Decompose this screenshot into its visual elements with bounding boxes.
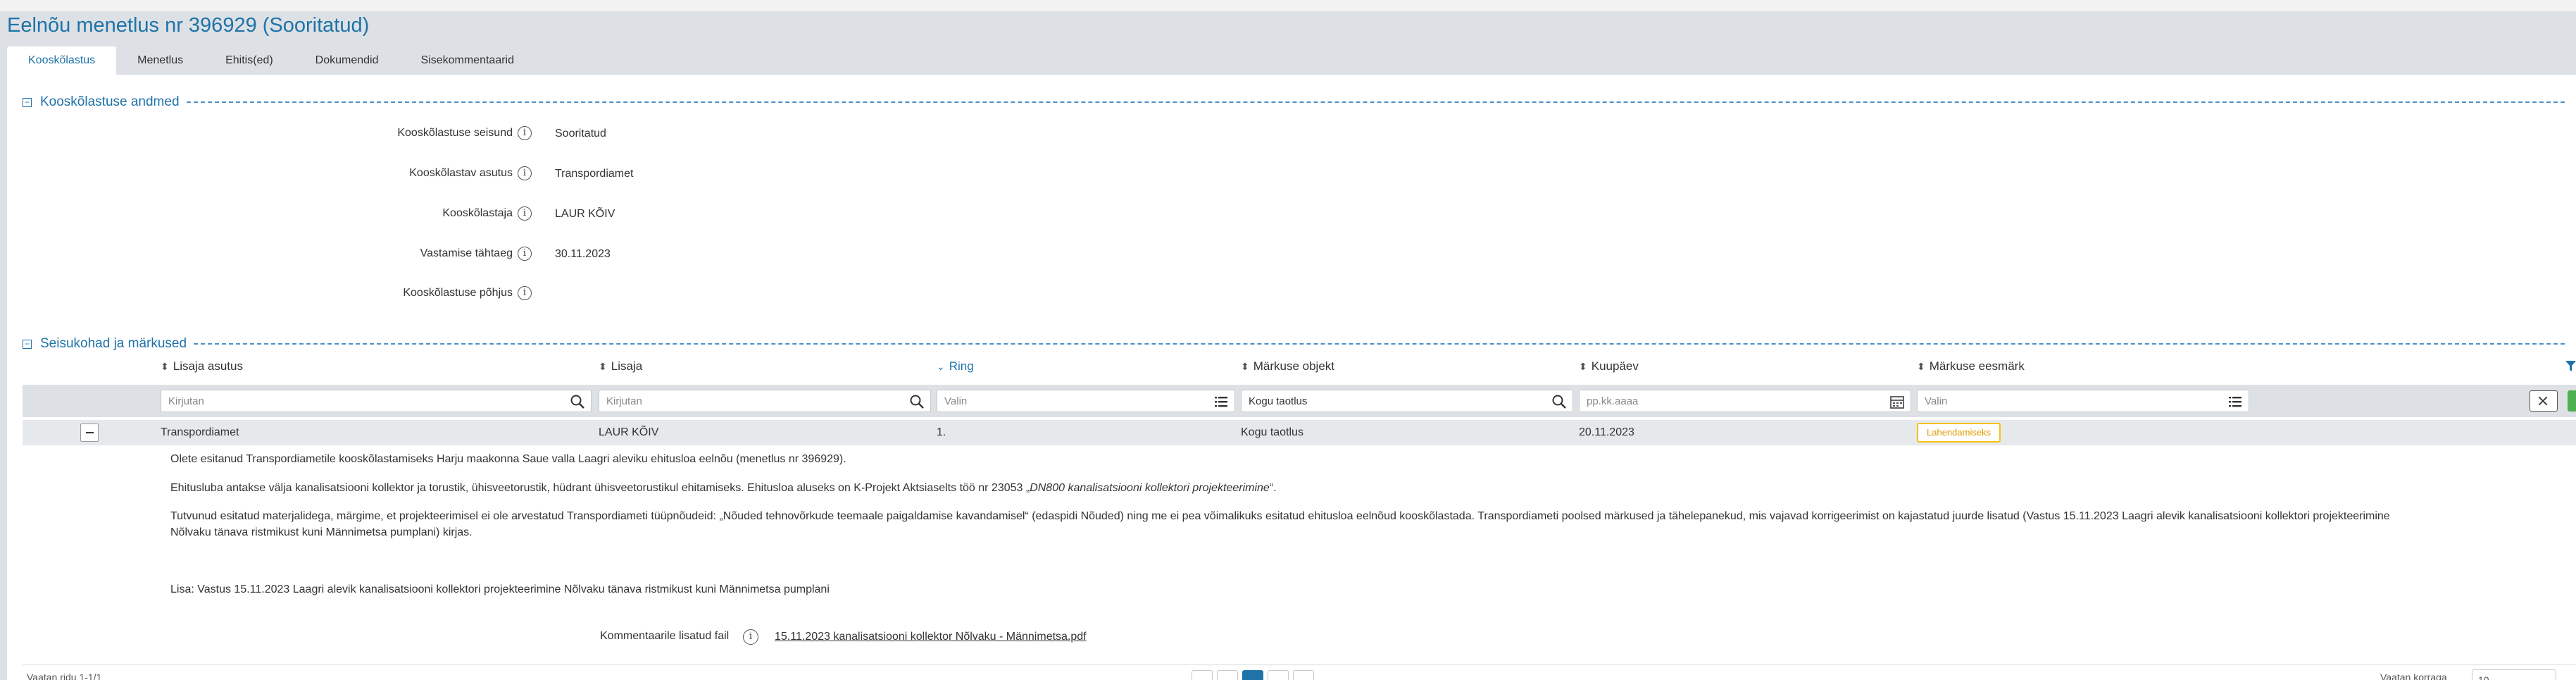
info-icon[interactable]: i bbox=[518, 166, 532, 180]
top-strip bbox=[0, 0, 2576, 11]
list-icon[interactable] bbox=[1213, 394, 1229, 409]
attachment-link[interactable]: 15.11.2023 kanalisatsiooni kollektor Nõl… bbox=[775, 631, 1087, 643]
apply-filters-button[interactable] bbox=[2568, 390, 2576, 412]
tab-menetlus[interactable]: Menetlus bbox=[116, 47, 204, 75]
tab-ehitised[interactable]: Ehitis(ed) bbox=[204, 47, 294, 75]
column-header-ring[interactable]: ⌄ Ring bbox=[937, 359, 974, 373]
attachment-row: Kommentaarile lisatud fail i 15.11.2023 … bbox=[0, 629, 1197, 648]
field-row-kooskolastaja: Kooskõlastaja i LAUR KÕIV bbox=[0, 204, 845, 225]
page-title: Eelnõu menetlus nr 396929 (Sooritatud) bbox=[7, 14, 370, 37]
filter-icon[interactable] bbox=[2565, 360, 2576, 372]
tab-kooskolastus[interactable]: Kooskõlastus bbox=[7, 47, 117, 75]
field-value: LAUR KÕIV bbox=[555, 208, 615, 220]
search-icon[interactable] bbox=[909, 394, 925, 409]
field-row-pohjus: Kooskõlastuse põhjus i bbox=[0, 284, 845, 305]
filter-bar: Kirjutan Kirjutan Valin Kogu taotlus pp.… bbox=[23, 385, 2576, 417]
column-header-lisaja[interactable]: ⬍ Lisaja bbox=[599, 359, 642, 373]
field-value: 30.11.2023 bbox=[555, 248, 611, 260]
page-size-select[interactable]: 10 bbox=[2472, 669, 2556, 680]
info-icon[interactable]: i bbox=[518, 126, 532, 140]
sort-icon: ⬍ bbox=[1241, 361, 1249, 372]
cell-kuupaev: 20.11.2023 bbox=[1579, 426, 1634, 438]
first-page-button[interactable] bbox=[1192, 670, 1213, 680]
section-title: Kooskõlastuse andmed bbox=[40, 94, 180, 109]
footer-divider bbox=[23, 664, 2576, 665]
search-icon[interactable] bbox=[1551, 394, 1567, 409]
row-count: Vaatan ridu 1-1/1 bbox=[27, 672, 102, 680]
filter-markuse-eesmark-select[interactable]: Valin bbox=[1917, 390, 2249, 412]
prev-page-button[interactable] bbox=[1217, 670, 1238, 680]
table-row[interactable]: Transpordiamet LAUR KÕIV 1. Kogu taotlus… bbox=[23, 420, 2576, 445]
cell-asutus: Transpordiamet bbox=[161, 426, 239, 438]
cell-ring: 1. bbox=[937, 426, 946, 438]
next-page-button[interactable] bbox=[1268, 670, 1289, 680]
sort-icon: ⬍ bbox=[161, 361, 169, 372]
field-label: Kooskõlastav asutus bbox=[409, 167, 513, 179]
close-icon bbox=[2538, 396, 2548, 406]
calendar-icon[interactable] bbox=[1889, 394, 1905, 409]
field-row-tahtaeg: Vastamise tähtaeg i 30.11.2023 bbox=[0, 245, 845, 266]
sort-icon: ⬍ bbox=[1917, 361, 1925, 372]
field-label: Kooskõlastaja bbox=[442, 207, 513, 219]
section-header-details[interactable]: − Kooskõlastuse andmed bbox=[23, 94, 2565, 110]
info-icon[interactable]: i bbox=[518, 247, 532, 261]
info-icon[interactable]: i bbox=[743, 629, 758, 645]
section-divider bbox=[194, 343, 2565, 345]
search-icon[interactable] bbox=[570, 394, 585, 409]
section-title: Seisukohad ja märkused bbox=[40, 336, 187, 351]
pagination bbox=[1192, 670, 1314, 680]
tab-sisekommentaarid[interactable]: Sisekommentaarid bbox=[400, 47, 536, 75]
cell-lisaja: LAUR KÕIV bbox=[599, 426, 659, 438]
sort-icon: ⬍ bbox=[1579, 361, 1587, 372]
collapse-icon[interactable]: − bbox=[23, 339, 32, 349]
info-icon[interactable]: i bbox=[518, 206, 532, 221]
collapse-icon[interactable]: − bbox=[23, 97, 32, 107]
sort-down-icon: ⌄ bbox=[937, 361, 945, 372]
page-button-current[interactable] bbox=[1242, 670, 1263, 680]
field-label: Kooskõlastuse põhjus bbox=[403, 287, 513, 299]
last-page-button[interactable] bbox=[1293, 670, 1314, 680]
filter-ring-select[interactable]: Valin bbox=[937, 390, 1235, 412]
field-row-seisund: Kooskõlastuse seisund i Sooritatud bbox=[0, 124, 845, 145]
column-header-kuupaev[interactable]: ⬍ Kuupäev bbox=[1579, 359, 1639, 373]
comment-paragraph-3: Tutvunud esitatud materjalidega, märgime… bbox=[170, 510, 2390, 538]
column-header-markuse-eesmark[interactable]: ⬍ Märkuse eesmärk bbox=[1917, 359, 2025, 373]
status-badge: Lahendamiseks bbox=[1917, 423, 2001, 443]
collapse-row-button[interactable] bbox=[80, 424, 99, 442]
sort-icon: ⬍ bbox=[599, 361, 607, 372]
page-header: Eelnõu menetlus nr 396929 (Sooritatud) K… bbox=[0, 11, 2576, 75]
column-header-lisaja-asutus[interactable]: ⬍ Lisaja asutus bbox=[161, 359, 243, 373]
clear-filters-button[interactable] bbox=[2530, 390, 2558, 412]
field-label: Vastamise tähtaeg bbox=[420, 247, 513, 259]
section-divider bbox=[186, 101, 2565, 103]
info-icon[interactable]: i bbox=[518, 286, 532, 300]
check-icon bbox=[2568, 390, 2576, 412]
comment-paragraph-1: Olete esitanud Transpordiametile kooskõl… bbox=[170, 453, 846, 465]
field-row-asutus: Kooskõlastav asutus i Transpordiamet bbox=[0, 164, 845, 185]
filter-lisaja-input[interactable]: Kirjutan bbox=[599, 390, 931, 412]
comment-paragraph-4: Lisa: Vastus 15.11.2023 Laagri alevik ka… bbox=[170, 583, 830, 595]
attachment-label: Kommentaarile lisatud fail bbox=[600, 630, 730, 642]
filter-kuupaev-input[interactable]: pp.kk.aaaa bbox=[1579, 390, 1911, 412]
list-icon[interactable] bbox=[2227, 394, 2243, 409]
section-header-comments[interactable]: − Seisukohad ja märkused bbox=[23, 336, 2565, 352]
cell-objekt: Kogu taotlus bbox=[1241, 426, 1303, 438]
tab-bar: Kooskõlastus Menetlus Ehitis(ed) Dokumen… bbox=[7, 47, 535, 75]
field-label: Kooskõlastuse seisund bbox=[397, 127, 513, 139]
column-header-markuse-objekt[interactable]: ⬍ Märkuse objekt bbox=[1241, 359, 1334, 373]
comment-paragraph-2: Ehitusluba antakse välja kanalisatsiooni… bbox=[170, 482, 1277, 494]
filter-markuse-objekt-input[interactable]: Kogu taotlus bbox=[1241, 390, 1573, 412]
filter-lisaja-asutus-input[interactable]: Kirjutan bbox=[161, 390, 592, 412]
page-size-label: Vaatan korraga bbox=[2380, 672, 2447, 680]
tab-dokumendid[interactable]: Dokumendid bbox=[294, 47, 400, 75]
field-value: Sooritatud bbox=[555, 128, 606, 140]
field-value: Transpordiamet bbox=[555, 168, 634, 180]
